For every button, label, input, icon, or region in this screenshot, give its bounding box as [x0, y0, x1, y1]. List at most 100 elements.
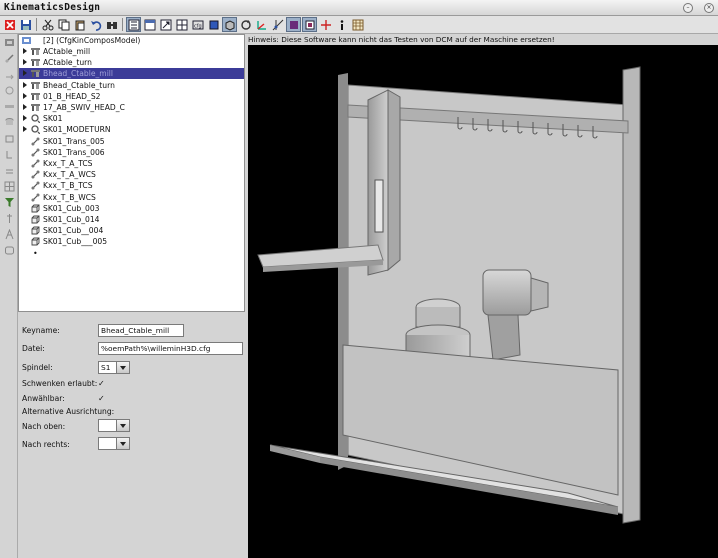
grid-icon[interactable] — [3, 180, 15, 192]
axis-cross-icon[interactable] — [270, 17, 285, 32]
view-tree-icon[interactable] — [126, 17, 141, 32]
axis-arrows-icon[interactable] — [254, 17, 269, 32]
tree-item-label: Kxx_T_A_TCS — [43, 159, 93, 168]
crosshair-icon[interactable] — [318, 17, 333, 32]
render-frame-icon[interactable] — [302, 17, 317, 32]
nach-rechts-label: Nach rechts: — [22, 440, 70, 449]
tree-item-label: SK01_Cub___005 — [43, 237, 108, 246]
table-grid-icon[interactable] — [350, 17, 365, 32]
table-icon — [31, 92, 40, 101]
cube-icon — [31, 215, 40, 224]
nach-rechts-select[interactable] — [98, 437, 130, 450]
cube-blue-icon[interactable] — [206, 17, 221, 32]
rotate-icon[interactable] — [238, 17, 253, 32]
undo-icon[interactable] — [88, 17, 103, 32]
tree-item[interactable]: SK01 — [19, 113, 244, 124]
tree-item[interactable]: SK01_Cub___005 — [19, 236, 244, 247]
schwenken-checkbox[interactable]: ✓ — [98, 380, 106, 388]
tree-item[interactable]: Kxx_T_B_TCS — [19, 180, 244, 191]
letter-a-icon[interactable] — [3, 228, 15, 240]
axis-rotary-icon[interactable] — [3, 84, 15, 96]
save-icon[interactable] — [18, 17, 33, 32]
tree-root[interactable]: [2] (CfgKinComposModel) — [19, 35, 244, 46]
tree-item[interactable]: SK01_Cub_014 — [19, 214, 244, 225]
datei-field[interactable]: %oemPath%\willeminH3D.cfg — [98, 342, 243, 355]
info-icon[interactable] — [334, 17, 349, 32]
expand-arrow-icon[interactable] — [23, 48, 27, 54]
machine-icon[interactable] — [3, 36, 15, 48]
keyname-label: Keyname: — [22, 326, 60, 335]
tool-icon[interactable] — [3, 212, 15, 224]
link-icon[interactable] — [3, 52, 15, 64]
tree-item[interactable]: Bhead_Ctable_mill — [19, 68, 244, 79]
tree-item-label: Bhead_Ctable_turn — [43, 81, 115, 90]
spindel-value: S1 — [101, 363, 111, 372]
view-export-icon[interactable] — [158, 17, 173, 32]
binoculars-icon[interactable] — [104, 17, 119, 32]
spindel-select[interactable]: S1 — [98, 361, 130, 374]
chevron-down-icon[interactable] — [116, 361, 130, 374]
cfg-icon[interactable]: cfg — [190, 17, 205, 32]
svg-text:cfg: cfg — [194, 23, 202, 29]
table-icon — [31, 69, 40, 78]
bracket-icon[interactable] — [3, 148, 15, 160]
alt-ausrichtung-label: Alternative Ausrichtung: — [22, 407, 115, 416]
expand-arrow-icon[interactable] — [23, 93, 27, 99]
tree-item[interactable]: Bhead_Ctable_turn — [19, 80, 244, 91]
3d-viewport[interactable] — [248, 45, 718, 558]
expand-arrow-icon[interactable] — [23, 115, 27, 121]
expand-arrow-icon[interactable] — [23, 70, 27, 76]
arrows-icon[interactable] — [3, 164, 15, 176]
expand-arrow-icon[interactable] — [23, 59, 27, 65]
render-solid-icon[interactable] — [286, 17, 301, 32]
right-column — [622, 66, 641, 524]
close-window-icon[interactable]: × — [704, 3, 714, 13]
tree-item[interactable]: SK01_Cub_003 — [19, 203, 244, 214]
tree-item[interactable]: SK01_Trans_005 — [19, 136, 244, 147]
tree-item[interactable]: SK01_MODETURN — [19, 124, 244, 135]
tree-item[interactable]: SK01_Cub__004 — [19, 225, 244, 236]
tree-item[interactable]: 01_B_HEAD_S2 — [19, 91, 244, 102]
view-list-icon[interactable] — [142, 17, 157, 32]
tree-item[interactable]: SK01_Trans_006 — [19, 147, 244, 158]
filter-icon[interactable] — [3, 196, 15, 208]
anwaehlbar-label: Anwählbar: — [22, 394, 65, 403]
table-icon — [31, 81, 40, 90]
ruler-icon[interactable] — [3, 100, 15, 112]
title-bar: KinematicsDesign – × — [0, 0, 718, 16]
chevron-down-icon[interactable] — [116, 437, 130, 450]
left-icon-strip — [0, 34, 18, 558]
copy-icon[interactable] — [56, 17, 71, 32]
chevron-down-icon[interactable] — [116, 419, 130, 432]
spindel-label: Spindel: — [22, 363, 53, 372]
axis-linear-icon[interactable] — [3, 68, 15, 80]
paste-icon[interactable] — [72, 17, 87, 32]
tree-item[interactable]: Kxx_T_A_TCS — [19, 158, 244, 169]
tree-item[interactable]: ACtable_turn — [19, 57, 244, 68]
expand-arrow-icon[interactable] — [23, 126, 27, 132]
anwaehlbar-checkbox[interactable]: ✓ — [98, 395, 106, 403]
tree-item-label: SK01 — [43, 114, 63, 123]
transform-icon — [31, 148, 40, 157]
properties-panel: Keyname: Bhead_Ctable_mill Datei: %oemPa… — [18, 318, 245, 558]
minimize-icon[interactable]: – — [683, 3, 693, 13]
box-icon[interactable] — [3, 132, 15, 144]
cube-3d-icon[interactable] — [222, 17, 237, 32]
keyname-field[interactable]: Bhead_Ctable_mill — [98, 324, 184, 337]
cube-icon — [31, 226, 40, 235]
nach-oben-select[interactable] — [98, 419, 130, 432]
cut-icon[interactable] — [40, 17, 55, 32]
motor-head — [482, 269, 532, 316]
cylinder-icon[interactable] — [3, 116, 15, 128]
expand-arrow-icon[interactable] — [23, 104, 27, 110]
tree-item[interactable]: 17_AB_SWIV_HEAD_C — [19, 102, 244, 113]
tree-item[interactable]: ACtable_mill — [19, 46, 244, 57]
expand-arrow-icon[interactable] — [23, 82, 27, 88]
rounded-box-icon[interactable] — [3, 244, 15, 256]
close-red-icon[interactable] — [2, 17, 17, 32]
tree-item[interactable]: Kxx_T_A_WCS — [19, 169, 244, 180]
tree-item[interactable]: Kxx_T_B_WCS — [19, 192, 244, 203]
axis-icon — [31, 114, 40, 123]
tree-root-label: [2] (CfgKinComposModel) — [43, 36, 141, 45]
view-grid-icon[interactable] — [174, 17, 189, 32]
